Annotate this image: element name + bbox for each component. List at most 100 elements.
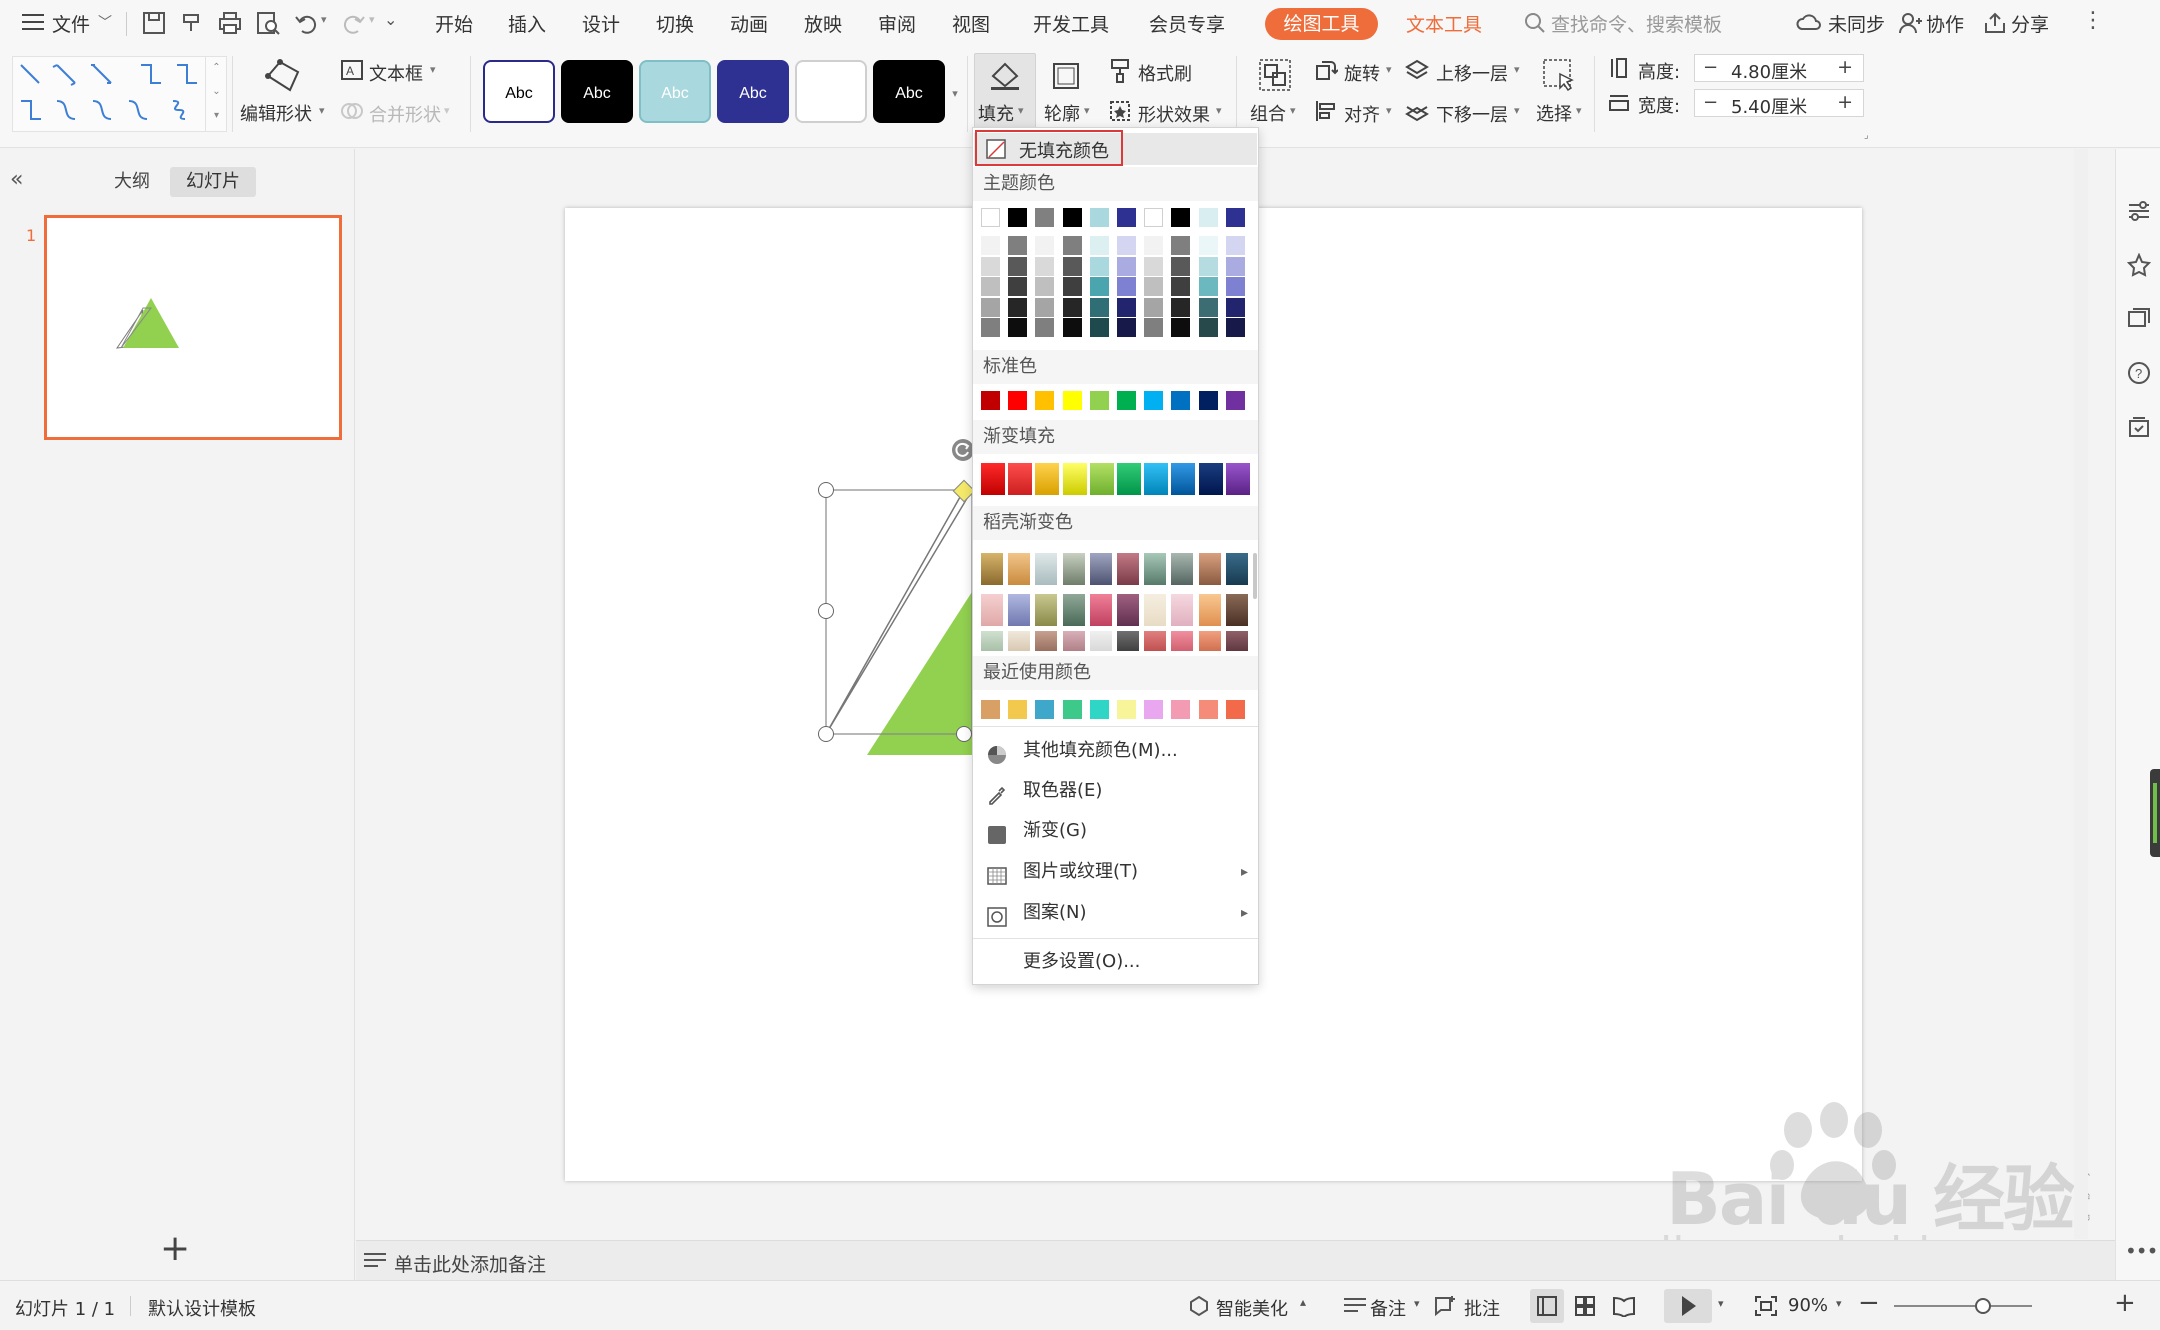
shape-style-preset[interactable]: Abc [561,60,633,123]
height-decrement-button[interactable]: − [1703,57,1718,78]
width-stepper[interactable]: − 5.40厘米 + [1694,89,1864,119]
select-button[interactable]: 选择 [1536,100,1572,126]
chevron-down-icon[interactable]: ▾ [1018,104,1024,117]
resize-handle[interactable] [818,482,834,498]
docer-gradient-swatch[interactable] [1171,594,1194,626]
theme-shade-swatch[interactable] [1117,318,1136,337]
collaborate-button[interactable]: 协作 [1926,10,1964,37]
standard-color-swatch[interactable] [1089,391,1109,410]
notes-toggle-button[interactable]: 备注 [1370,1295,1406,1321]
tab-drawing-tools[interactable]: 绘图工具 [1265,8,1378,40]
recent-color-swatch[interactable] [1171,700,1191,719]
theme-shade-swatch[interactable] [1171,318,1191,337]
theme-shade-swatch[interactable] [1198,256,1218,276]
format-painter-icon[interactable] [178,9,206,37]
docer-gradient-swatch[interactable] [981,631,1003,651]
chevron-down-icon[interactable]: ▾ [1386,63,1392,76]
align-icon[interactable] [1314,99,1338,123]
width-value[interactable]: 5.40厘米 [1731,93,1807,119]
tab-outline[interactable]: 大纲 [98,167,166,197]
style-gallery-more-icon[interactable]: ▾ [946,56,964,132]
properties-icon[interactable] [2127,199,2151,223]
tab-start[interactable]: 开始 [435,10,473,37]
chevron-down-icon[interactable]: ﹀ [98,12,112,32]
gradient-fill-swatch[interactable] [1089,463,1114,495]
align-button[interactable]: 对齐 [1344,101,1380,127]
vertical-scrollbar[interactable] [2074,149,2088,1239]
theme-shade-swatch[interactable] [1117,277,1136,296]
theme-color-swatch[interactable] [1008,208,1028,227]
chevron-down-icon[interactable]: ▾ [1216,104,1222,117]
docer-gradient-swatch[interactable] [1035,553,1058,585]
zoom-level[interactable]: 90% [1788,1295,1828,1316]
docer-gradient-swatch[interactable] [1198,594,1221,626]
gradient-fill-swatch[interactable] [1198,463,1223,495]
notes-toggle-icon[interactable] [1344,1297,1366,1315]
chevron-down-icon[interactable]: ▾ [1084,104,1090,117]
theme-shade-swatch[interactable] [981,277,1000,296]
side-grip[interactable] [2150,769,2160,857]
theme-shade-swatch[interactable] [1171,256,1191,276]
animation-star-icon[interactable] [2126,252,2152,277]
chevron-down-icon[interactable]: ▾ [1414,1297,1420,1310]
rotate-handle-icon[interactable] [952,439,974,461]
chevron-down-icon[interactable]: ▾ [1290,104,1296,117]
docer-gradient-swatch[interactable] [1225,631,1248,651]
height-value[interactable]: 4.80厘米 [1731,58,1807,84]
docer-gradient-swatch[interactable] [1117,594,1139,626]
shape-effect-button[interactable]: 形状效果 [1138,101,1210,127]
theme-shade-swatch[interactable] [1144,236,1164,255]
chevron-down-icon[interactable]: ▾ [1514,63,1520,76]
chevron-down-icon[interactable]: ▾ [321,13,327,26]
theme-shade-swatch[interactable] [1198,277,1218,296]
shape-style-preset[interactable]: Abc [483,60,555,123]
theme-shade-swatch[interactable] [1089,236,1109,255]
gradient-fill-swatch[interactable] [1035,463,1060,495]
docer-gradient-swatch[interactable] [981,553,1003,585]
rotate-icon[interactable] [1314,58,1339,82]
docer-gradient-swatch[interactable] [1035,631,1058,651]
template-name[interactable]: 默认设计模板 [148,1295,256,1321]
fit-window-icon[interactable] [1754,1295,1778,1317]
theme-shade-swatch[interactable] [1171,297,1191,317]
fill-bucket-icon[interactable] [985,58,1025,92]
save-icon[interactable] [140,9,168,37]
tab-slideshow[interactable]: 放映 [804,10,842,37]
edit-shape-icon[interactable] [262,56,302,96]
theme-shade-swatch[interactable] [1035,277,1055,296]
chevron-down-icon[interactable]: ▾ [1514,104,1520,117]
theme-shade-swatch[interactable] [1198,297,1218,317]
recent-color-swatch[interactable] [1198,700,1218,719]
group-icon[interactable] [1258,58,1292,92]
theme-shade-swatch[interactable] [1035,236,1055,255]
theme-shade-swatch[interactable] [1144,277,1164,296]
theme-shade-swatch[interactable] [1062,256,1082,276]
shape-style-preset[interactable] [795,60,867,123]
comment-icon[interactable] [1434,1295,1458,1317]
theme-shade-swatch[interactable] [1171,277,1191,296]
docer-gradient-swatch[interactable] [981,594,1003,626]
theme-shade-swatch[interactable] [1225,277,1245,296]
theme-shade-swatch[interactable] [1089,318,1109,337]
docer-gradient-swatch[interactable] [1198,631,1221,651]
theme-shade-swatch[interactable] [1008,318,1028,337]
file-menu[interactable]: 文件 [52,10,90,37]
docer-gradient-swatch[interactable] [1035,594,1058,626]
chevron-down-icon[interactable]: ▾ [1718,1297,1724,1310]
eyedropper-option[interactable]: 取色器(E) [973,772,1258,810]
tab-design[interactable]: 设计 [582,10,620,37]
tab-text-tools[interactable]: 文本工具 [1406,10,1482,37]
docer-gradient-swatch[interactable] [1089,553,1112,585]
tab-developer[interactable]: 开发工具 [1033,10,1109,37]
theme-shade-swatch[interactable] [1225,256,1245,276]
theme-shade-swatch[interactable] [1198,318,1218,337]
more-fill-colors-option[interactable]: 其他填充颜色(M)... [973,732,1258,770]
theme-shade-swatch[interactable] [1035,297,1055,317]
chevron-up-icon[interactable]: ▴ [1300,1295,1306,1309]
shape-effect-icon[interactable] [1108,99,1132,123]
recent-color-swatch[interactable] [1035,700,1055,719]
gallery-scroll[interactable]: ⌃ ⌄ ▾ [205,56,227,132]
customize-quick-access-icon[interactable]: ⌄ [384,10,397,29]
docer-gradient-swatch[interactable] [1117,553,1139,585]
bring-forward-button[interactable]: 上移一层 [1436,60,1508,86]
